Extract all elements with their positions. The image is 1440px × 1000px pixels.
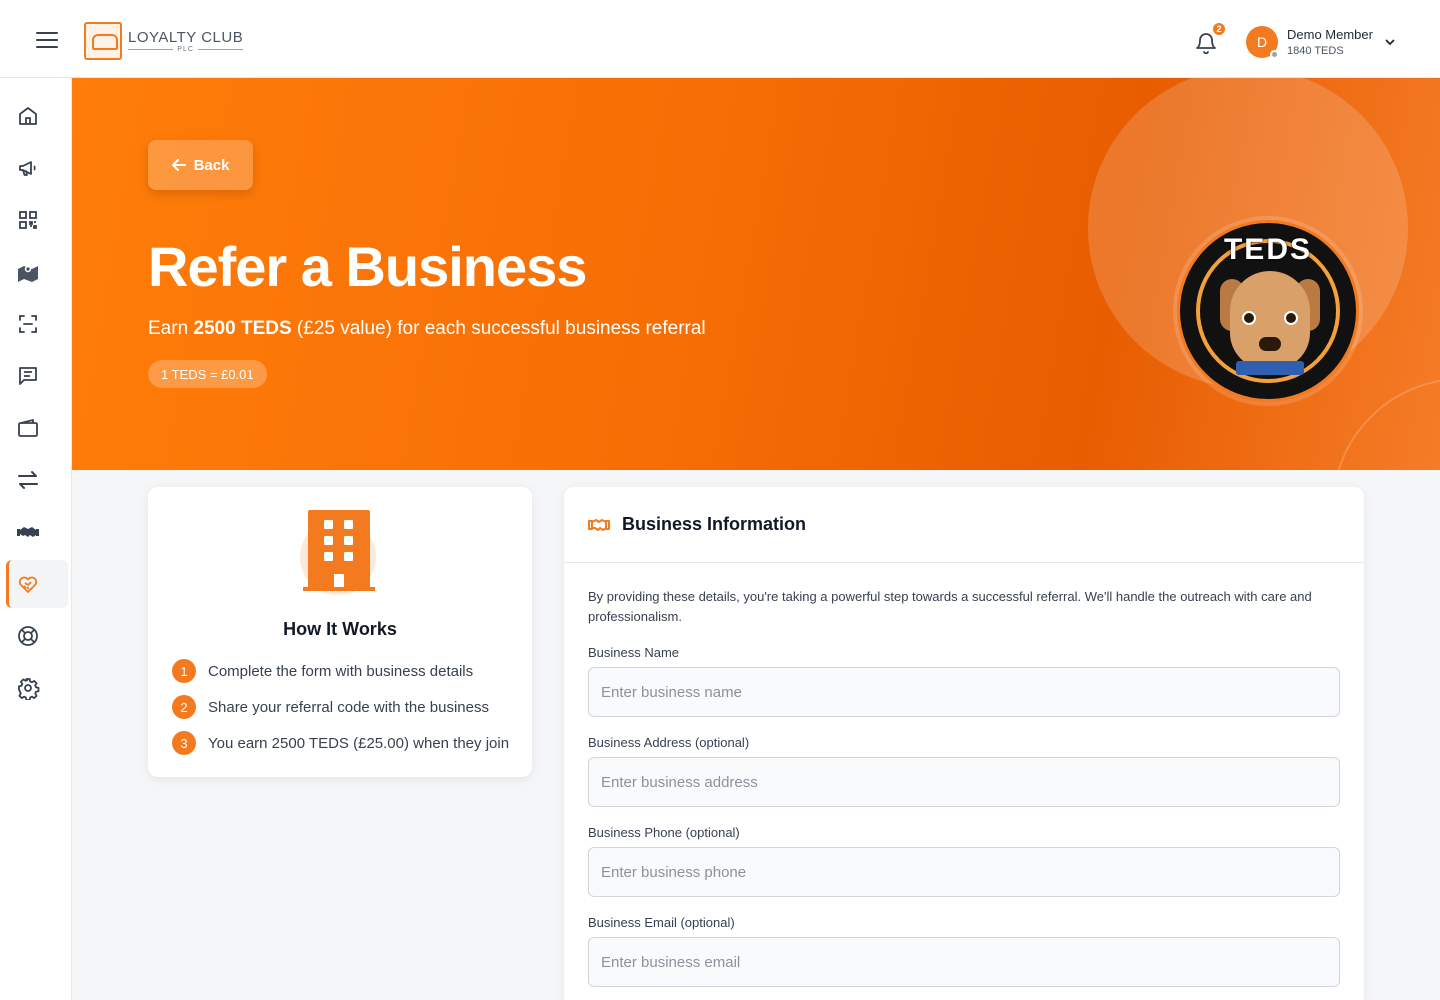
sidebar-item-map[interactable] <box>6 248 68 296</box>
business-email-label: Business Email (optional) <box>588 915 735 930</box>
business-name-input[interactable] <box>588 667 1340 717</box>
sidebar-item-transfer[interactable] <box>6 456 68 504</box>
hero-banner: Back Refer a Business Earn 2500 TEDS (£2… <box>72 78 1440 470</box>
user-name: Demo Member <box>1287 27 1373 42</box>
how-it-works-title: How It Works <box>283 619 397 639</box>
logo[interactable]: LOYALTY CLUB PLC <box>84 22 243 60</box>
user-menu[interactable]: D Demo Member 1840 TEDS <box>1246 26 1395 59</box>
chevron-down-icon[interactable] <box>1385 37 1395 47</box>
lifebuoy-icon <box>18 626 38 646</box>
step-number: 1 <box>172 659 196 683</box>
step-item: 1 Complete the form with business detail… <box>172 659 473 683</box>
handshake-icon <box>588 518 610 531</box>
sidebar-item-announcements[interactable] <box>6 144 68 192</box>
sidebar-item-qr[interactable] <box>6 196 68 244</box>
hero-subtitle: Earn 2500 TEDS (£25 value) for each succ… <box>148 318 706 339</box>
teds-logo-text: TEDS <box>1223 233 1312 266</box>
business-email-input[interactable] <box>588 937 1340 987</box>
how-it-works-card: How It Works 1 Complete the form with bu… <box>148 487 532 777</box>
menu-icon[interactable] <box>36 32 58 48</box>
transfer-icon <box>18 471 38 489</box>
megaphone-icon <box>19 161 36 176</box>
sidebar-item-home[interactable] <box>6 92 68 140</box>
top-bar: LOYALTY CLUB PLC 2 D Demo Member 1840 TE… <box>0 0 1440 78</box>
sidebar-item-messages[interactable] <box>6 352 68 400</box>
step-item: 2 Share your referral code with the busi… <box>172 695 489 719</box>
step-number: 3 <box>172 731 196 755</box>
decorative-ring <box>1332 378 1440 470</box>
handshake-logo-icon <box>84 22 122 60</box>
business-address-label: Business Address (optional) <box>588 735 750 750</box>
gear-icon <box>18 678 40 700</box>
business-phone-label: Business Phone (optional) <box>588 825 740 840</box>
map-icon <box>18 265 38 282</box>
status-dot <box>1270 50 1279 59</box>
back-label: Back <box>193 156 230 174</box>
handshake-icon <box>17 527 39 537</box>
sidebar-item-support[interactable] <box>6 612 68 660</box>
reward-amount: 2500 TEDS <box>193 318 292 339</box>
business-address-input[interactable] <box>588 757 1340 807</box>
building-icon <box>298 507 388 597</box>
step-item: 3 You earn 2500 TEDS (£25.00) when they … <box>172 731 509 755</box>
teds-mascot-logo: TEDS <box>1173 216 1363 406</box>
sidebar-item-wallet[interactable] <box>6 404 68 452</box>
avatar: D <box>1246 26 1279 59</box>
form-header: Business Information <box>564 487 1364 563</box>
arrow-left-icon <box>171 159 186 171</box>
sidebar-item-settings[interactable] <box>6 664 68 712</box>
business-phone-input[interactable] <box>588 847 1340 897</box>
chat-icon <box>19 367 37 385</box>
page-title: Refer a Business <box>148 235 587 298</box>
sidebar-item-refer[interactable] <box>6 560 68 608</box>
qr-code-icon <box>19 211 37 229</box>
logo-subtitle: PLC <box>128 46 243 53</box>
logo-title: LOYALTY CLUB <box>128 29 244 46</box>
step-number: 2 <box>172 695 196 719</box>
sidebar <box>0 78 72 1000</box>
form-description: By providing these details, you're takin… <box>588 589 1312 624</box>
sidebar-item-partners[interactable] <box>6 508 68 556</box>
scan-icon <box>19 315 37 333</box>
home-icon <box>19 107 37 125</box>
sidebar-item-scan[interactable] <box>6 300 68 348</box>
wallet-icon <box>18 419 38 437</box>
notification-badge: 2 <box>1211 21 1227 37</box>
step-text: Share your referral code with the busine… <box>208 698 489 716</box>
heart-handshake-icon <box>18 576 38 593</box>
business-name-label: Business Name <box>588 645 680 660</box>
back-button[interactable]: Back <box>148 140 253 190</box>
rate-badge: 1 TEDS = £0.01 <box>148 360 267 388</box>
user-points: 1840 TEDS <box>1287 45 1344 57</box>
step-text: Complete the form with business details <box>208 662 474 680</box>
business-form-card: Business Information By providing these … <box>564 487 1364 1000</box>
form-title: Business Information <box>622 514 807 534</box>
step-text: You earn 2500 TEDS (£25.00) when they jo… <box>208 734 510 752</box>
